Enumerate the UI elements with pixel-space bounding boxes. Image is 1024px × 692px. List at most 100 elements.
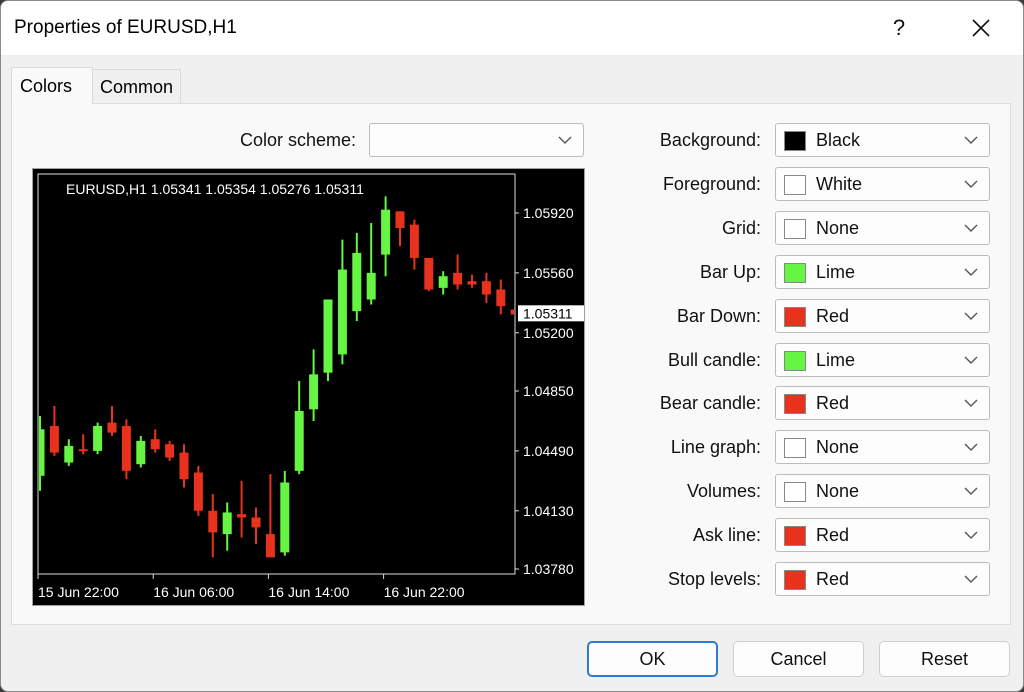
ok-button[interactable]: OK bbox=[587, 641, 718, 677]
bear-candle bbox=[49, 425, 59, 453]
color-select-bar-down[interactable]: Red bbox=[775, 299, 990, 333]
color-select-bull-candle[interactable]: Lime bbox=[775, 343, 990, 377]
chevron-down-icon bbox=[964, 268, 978, 276]
color-swatch bbox=[784, 438, 806, 458]
color-value: Red bbox=[816, 525, 850, 545]
bull-candle bbox=[222, 512, 232, 535]
y-tick-label: 1.03780 bbox=[523, 561, 574, 577]
current-price-label: 1.05311 bbox=[523, 305, 573, 321]
color-setting-label: Volumes: bbox=[686, 481, 761, 501]
color-swatch bbox=[784, 307, 806, 327]
color-setting-label: Grid: bbox=[721, 218, 761, 238]
bear-candle bbox=[265, 534, 275, 558]
candles-group bbox=[39, 196, 514, 558]
bear-candle bbox=[78, 449, 88, 452]
close-icon bbox=[972, 19, 990, 37]
color-select-background[interactable]: Black bbox=[775, 123, 990, 157]
color-scheme-select[interactable] bbox=[369, 123, 584, 157]
color-value: White bbox=[816, 174, 863, 194]
color-select-line-graph[interactable]: None bbox=[775, 430, 990, 464]
y-tick-label: 1.05200 bbox=[523, 325, 574, 341]
x-tick-label: 16 Jun 14:00 bbox=[268, 584, 349, 600]
bear-candle bbox=[121, 425, 131, 471]
bear-candle bbox=[409, 224, 419, 258]
bull-candle bbox=[294, 410, 304, 471]
color-swatch bbox=[784, 131, 806, 151]
color-value: None bbox=[816, 437, 860, 457]
color-select-grid[interactable]: None bbox=[775, 211, 990, 245]
color-value: Black bbox=[816, 130, 861, 150]
bull-candle bbox=[64, 445, 74, 463]
tab-colors[interactable]: Colors bbox=[11, 67, 93, 104]
bull-candle bbox=[352, 252, 362, 312]
dialog-title: Properties of EURUSD,H1 bbox=[14, 17, 237, 38]
x-tick-label: 16 Jun 06:00 bbox=[153, 584, 234, 600]
properties-dialog: Properties of EURUSD,H1 ? Colors Common … bbox=[0, 0, 1024, 692]
color-select-bear-candle[interactable]: Red bbox=[775, 386, 990, 420]
title-bar: Properties of EURUSD,H1 ? bbox=[1, 1, 1023, 55]
bear-candle bbox=[251, 517, 261, 528]
bull-candle bbox=[280, 482, 290, 553]
close-button[interactable] bbox=[959, 9, 1003, 47]
bear-candle bbox=[395, 211, 405, 228]
color-swatch bbox=[784, 175, 806, 195]
bull-candle bbox=[323, 299, 333, 373]
color-setting-label: Bar Up: bbox=[699, 262, 761, 282]
candlestick-chart: EURUSD,H1 1.05341 1.05354 1.05276 1.0531… bbox=[37, 173, 584, 600]
y-tick-label: 1.05920 bbox=[523, 205, 574, 221]
chevron-down-icon bbox=[964, 487, 978, 495]
color-setting-label: Line graph: bbox=[670, 437, 761, 457]
x-tick-label: 15 Jun 22:00 bbox=[38, 584, 119, 600]
plot-frame bbox=[37, 173, 516, 575]
color-select-foreground[interactable]: White bbox=[775, 167, 990, 201]
color-setting-label: Background: bbox=[659, 130, 761, 150]
chevron-down-icon bbox=[964, 356, 978, 364]
color-setting-label: Foreground: bbox=[662, 174, 761, 194]
color-setting-label: Stop levels: bbox=[667, 569, 761, 589]
bear-candle bbox=[424, 257, 434, 290]
color-swatch bbox=[784, 526, 806, 546]
color-select-stop-levels[interactable]: Red bbox=[775, 562, 990, 596]
color-value: Red bbox=[816, 569, 850, 589]
color-value: None bbox=[816, 481, 860, 501]
color-select-volumes[interactable]: None bbox=[775, 474, 990, 508]
bull-candle bbox=[136, 440, 146, 465]
color-setting-label: Bull candle: bbox=[667, 350, 761, 370]
bull-candle bbox=[309, 374, 319, 410]
bear-candle bbox=[179, 452, 189, 480]
color-select-ask-line[interactable]: Red bbox=[775, 518, 990, 552]
color-setting-label: Ask line: bbox=[692, 525, 761, 545]
bear-candle bbox=[467, 281, 477, 285]
tab-common[interactable]: Common bbox=[91, 69, 181, 104]
chevron-down-icon bbox=[964, 443, 978, 451]
color-swatch bbox=[784, 394, 806, 414]
bear-candle bbox=[496, 289, 506, 307]
bear-candle bbox=[165, 444, 175, 458]
chevron-down-icon bbox=[558, 136, 572, 144]
chevron-down-icon bbox=[964, 399, 978, 407]
bull-candle bbox=[438, 276, 448, 288]
chevron-down-icon bbox=[964, 180, 978, 188]
y-tick-label: 1.04850 bbox=[523, 383, 574, 399]
help-button[interactable]: ? bbox=[877, 9, 921, 47]
bear-candle bbox=[193, 472, 203, 511]
bear-candle bbox=[150, 439, 160, 450]
color-swatch bbox=[784, 570, 806, 590]
x-tick-label: 16 Jun 22:00 bbox=[384, 584, 465, 600]
cancel-button[interactable]: Cancel bbox=[733, 641, 864, 677]
color-value: Red bbox=[816, 393, 850, 413]
bull-candle bbox=[381, 209, 391, 255]
bear-candle bbox=[208, 510, 218, 533]
y-tick-label: 1.05560 bbox=[523, 265, 574, 281]
y-tick-label: 1.04490 bbox=[523, 443, 574, 459]
bear-candle bbox=[481, 281, 491, 295]
chart-title: EURUSD,H1 1.05341 1.05354 1.05276 1.0531… bbox=[66, 181, 364, 197]
bear-candle bbox=[453, 272, 463, 285]
bull-candle bbox=[93, 425, 103, 451]
y-tick-label: 1.04130 bbox=[523, 503, 574, 519]
chevron-down-icon bbox=[964, 136, 978, 144]
bull-candle bbox=[39, 429, 45, 476]
reset-button[interactable]: Reset bbox=[879, 641, 1010, 677]
color-value: None bbox=[816, 218, 860, 238]
color-select-bar-up[interactable]: Lime bbox=[775, 255, 990, 289]
